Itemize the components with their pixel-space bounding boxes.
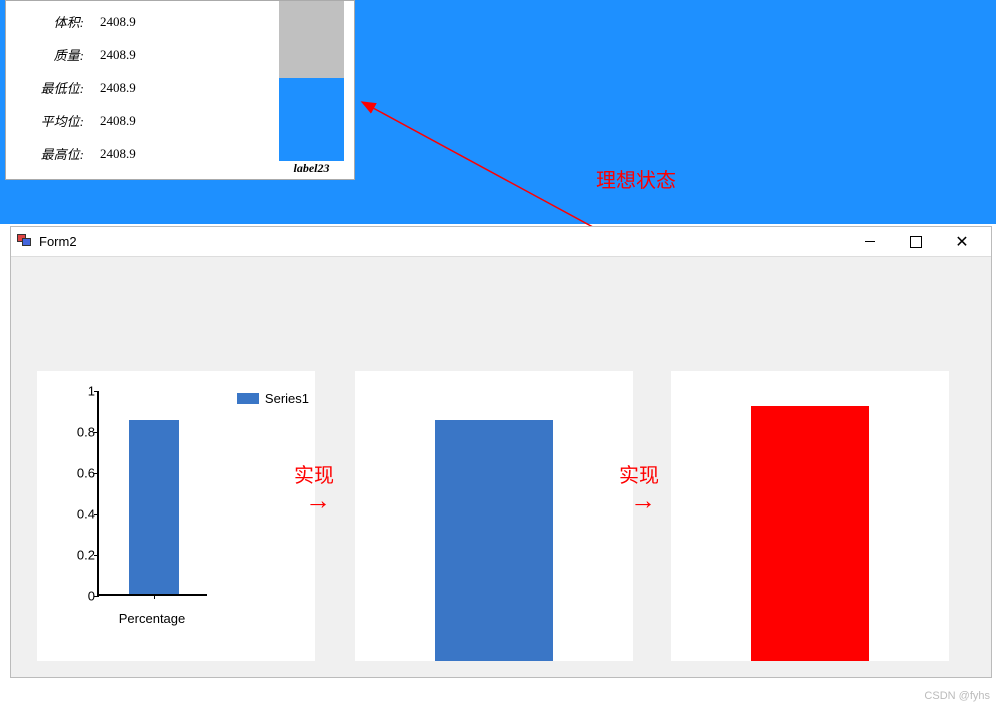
y-tick-label: 0.8 — [61, 425, 95, 440]
maximize-button[interactable] — [893, 228, 939, 256]
info-panel: 体积: 2408.9 质量: 2408.9 最低位: 2408.9 平均位: 2… — [5, 0, 355, 180]
form2-window: Form2 ✕ Series1 00.20.40.60.81 Percentag… — [10, 226, 992, 678]
info-value: 2408.9 — [92, 47, 172, 63]
info-value: 2408.9 — [92, 113, 172, 129]
info-label: 平均位: — [12, 111, 92, 130]
minimize-button[interactable] — [847, 228, 893, 256]
chart-1: Series1 00.20.40.60.81 Percentage — [37, 371, 315, 661]
info-value: 2408.9 — [92, 14, 172, 30]
annotation-ideal: 理想状态 — [596, 164, 676, 193]
chart3-bar — [751, 406, 869, 661]
info-value: 2408.9 — [92, 80, 172, 96]
mini-bar — [279, 1, 344, 161]
top-background: 体积: 2408.9 质量: 2408.9 最低位: 2408.9 平均位: 2… — [0, 0, 996, 224]
chart-3 — [671, 371, 949, 661]
chart2-bar — [435, 420, 553, 661]
y-tick-label: 0.2 — [61, 548, 95, 563]
x-axis-label: Percentage — [97, 611, 207, 626]
y-tick-label: 0.4 — [61, 507, 95, 522]
mini-bar-label: label23 — [279, 161, 344, 176]
window-title: Form2 — [39, 234, 847, 249]
y-tick-label: 0.6 — [61, 466, 95, 481]
chart-legend: Series1 — [237, 391, 309, 406]
annotation-impl-1: 实现 — [294, 459, 334, 488]
info-label: 最低位: — [12, 78, 92, 97]
legend-label: Series1 — [265, 391, 309, 406]
watermark: CSDN @fyhs — [924, 690, 990, 702]
chart-2 — [355, 371, 633, 661]
close-button[interactable]: ✕ — [939, 228, 985, 256]
chart1-bar — [129, 420, 179, 594]
arrow-right-icon: → — [305, 485, 331, 516]
info-value: 2408.9 — [92, 146, 172, 162]
annotation-impl-2: 实现 — [619, 459, 659, 488]
y-tick-label: 0 — [61, 589, 95, 604]
info-label: 质量: — [12, 45, 92, 64]
mini-bar-fill — [279, 78, 344, 161]
y-tick-label: 1 — [61, 384, 95, 399]
chart-axes: 00.20.40.60.81 — [97, 391, 207, 596]
legend-swatch — [237, 393, 259, 404]
titlebar[interactable]: Form2 ✕ — [11, 227, 991, 257]
form2-body: Series1 00.20.40.60.81 Percentage 实现 → 实… — [11, 257, 991, 677]
info-label: 体积: — [12, 12, 92, 31]
info-label: 最高位: — [12, 144, 92, 163]
app-icon — [17, 234, 33, 250]
arrow-right-icon: → — [630, 485, 656, 516]
